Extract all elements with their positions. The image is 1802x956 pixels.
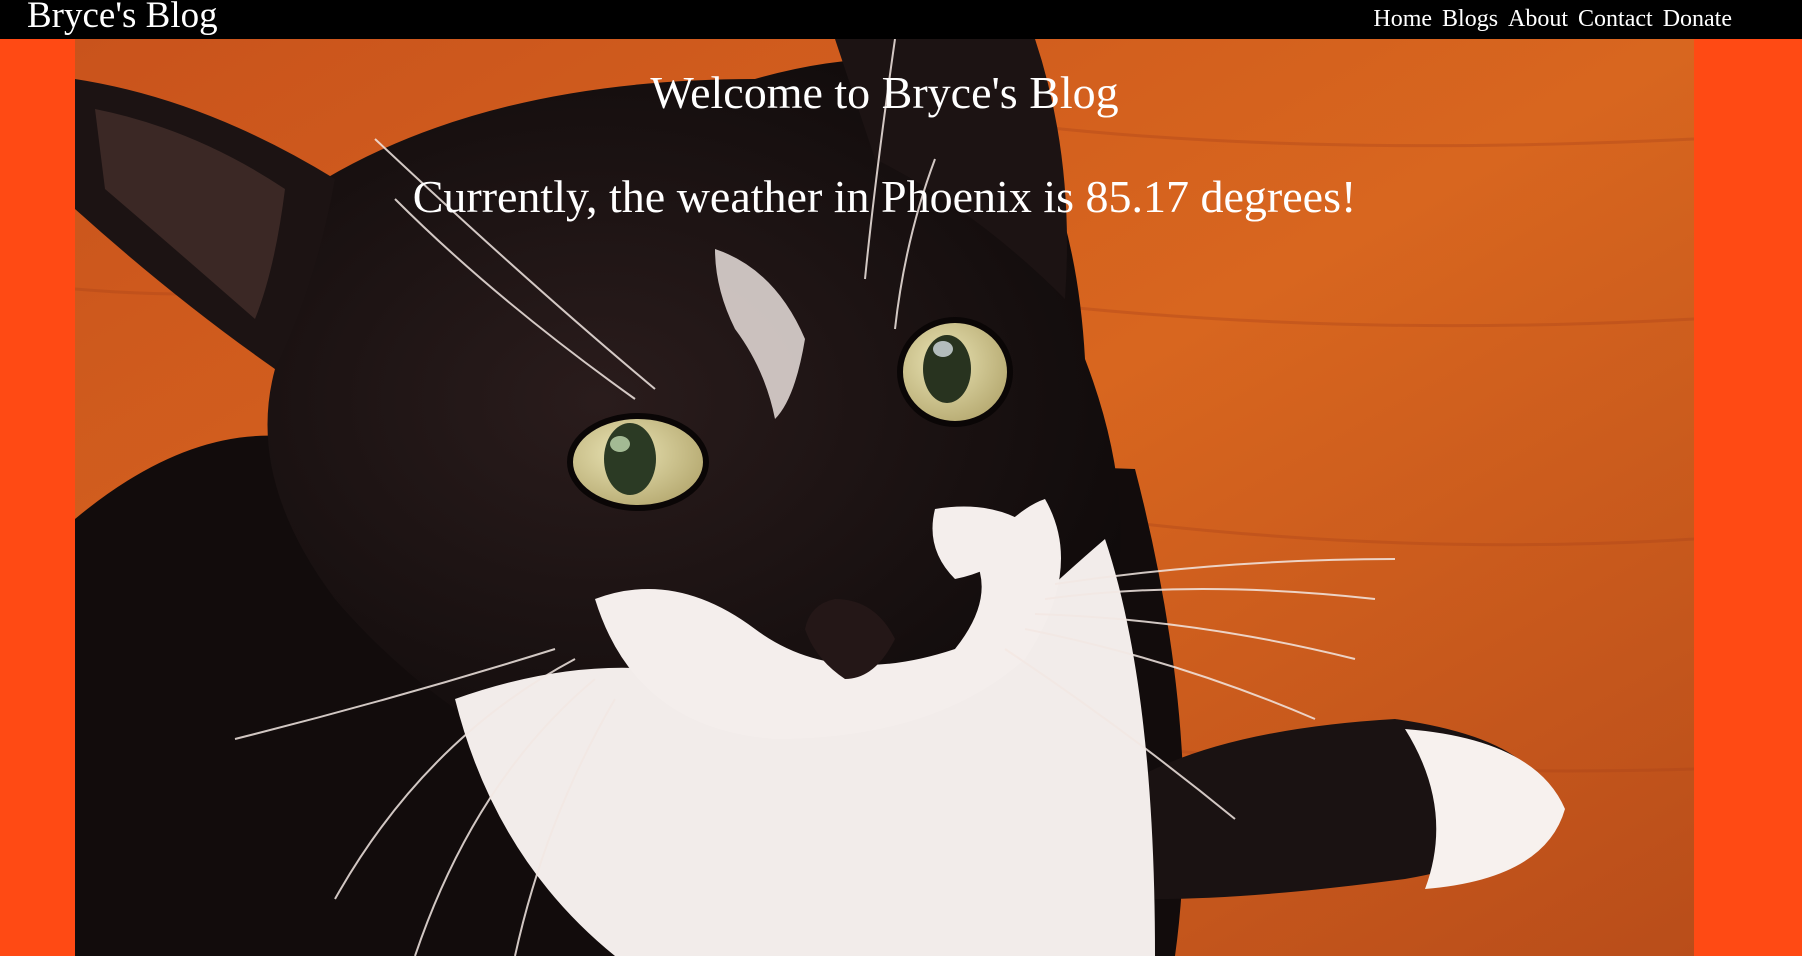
nav-link-contact[interactable]: Contact — [1578, 6, 1653, 32]
weather-text: Currently, the weather in Phoenix is 85.… — [412, 171, 1357, 222]
nav-link-about[interactable]: About — [1508, 6, 1568, 32]
welcome-heading: Welcome to Bryce's Blog — [650, 67, 1119, 118]
nav-link-home[interactable]: Home — [1373, 6, 1432, 32]
nav-link-blogs[interactable]: Blogs — [1442, 6, 1498, 32]
nav-link-donate[interactable]: Donate — [1663, 6, 1732, 32]
top-navigation-bar: Bryce's Blog Home Blogs About Contact Do… — [0, 0, 1802, 39]
hero-section: Welcome to Bryce's Blog Currently, the w… — [0, 39, 1802, 956]
site-title[interactable]: Bryce's Blog — [27, 0, 218, 38]
main-nav: Home Blogs About Contact Donate — [1373, 6, 1732, 32]
